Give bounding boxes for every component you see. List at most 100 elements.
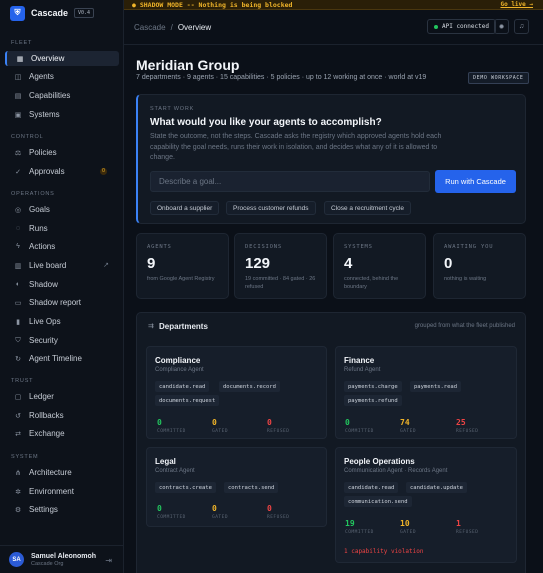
- logout-icon[interactable]: ⇥: [105, 556, 112, 565]
- department-agent: Contract Agent: [155, 468, 195, 474]
- suggestion-chip[interactable]: Close a recruitment cycle: [324, 201, 411, 215]
- suggestion-chip[interactable]: Onboard a supplier: [150, 201, 220, 215]
- department-name: People Operations: [344, 457, 415, 466]
- notifications-button[interactable]: ♫: [514, 19, 529, 34]
- department-card-compliance[interactable]: Compliance Compliance Agent candidate.re…: [146, 346, 327, 439]
- sidebar-item-architecture[interactable]: ⋔ Architecture: [5, 465, 119, 480]
- suggestion-chip[interactable]: Process customer refunds: [226, 201, 316, 215]
- stat-label: AWAITING YOU: [444, 244, 494, 250]
- approvals-badge: 0: [100, 168, 107, 175]
- user-info: Samuel Aleonomoh Cascade Org: [31, 553, 96, 567]
- stat-value: 4: [344, 255, 353, 272]
- sidebar-item-security[interactable]: ⛉ Security: [5, 333, 119, 348]
- department-card-finance[interactable]: Finance Refund Agent payments.charge pay…: [335, 346, 517, 439]
- sidebar-item-systems[interactable]: ▣ Systems: [5, 107, 119, 122]
- report-icon: ▭: [14, 299, 22, 307]
- ledger-icon: ▢: [14, 393, 22, 401]
- department-agent: Communication Agent · Records Agent: [344, 468, 448, 474]
- capability-tag: communication.send: [344, 496, 412, 507]
- gated-label: GATED: [212, 429, 229, 434]
- departments-title: Departments: [159, 322, 208, 331]
- departments-panel: ⇉ Departments grouped from what the flee…: [136, 312, 526, 573]
- start-work-card: START WORK What would you like your agen…: [136, 94, 526, 224]
- capability-violation[interactable]: 1 capability violation: [344, 548, 423, 555]
- stat-card-agents: AGENTS 9 from Google Agent Registry: [136, 233, 229, 299]
- sidebar-item-approvals[interactable]: ✓ Approvals 0: [5, 164, 119, 179]
- department-agent: Refund Agent: [344, 367, 381, 373]
- gated-label: GATED: [400, 530, 417, 535]
- status-dot-icon: [434, 24, 438, 29]
- sidebar-item-overview[interactable]: ▦ Overview: [5, 51, 119, 66]
- capability-tag: documents.request: [155, 395, 220, 406]
- stat-label: DECISIONS: [245, 244, 283, 250]
- stat-sub: from Google Agent Registry: [147, 276, 215, 282]
- theme-toggle-button[interactable]: ✹: [494, 19, 509, 34]
- banner-text: ● SHADOW MODE -- Nothing is being blocke…: [132, 1, 293, 9]
- sidebar-item-capabilities[interactable]: ▤ Capabilities: [5, 88, 119, 103]
- stat-value: 0: [444, 255, 453, 272]
- stat-card-systems: SYSTEMS 4 connected, behind the boundary: [333, 233, 426, 299]
- user-org: Cascade Org: [31, 560, 64, 567]
- sidebar: ⛨ Cascade V0.4 FLEET ▦ Overview ◫ Agents ▤…: [0, 0, 124, 573]
- sidebar-item-policies[interactable]: ⚖ Policies: [5, 145, 119, 160]
- sidebar-item-agents[interactable]: ◫ Agents: [5, 69, 119, 84]
- demo-workspace-badge: DEMO WORKSPACE: [468, 72, 529, 84]
- server-icon: ▣: [14, 111, 22, 119]
- refused-label: REFUSED: [456, 530, 479, 535]
- go-live-link[interactable]: Go live →: [500, 1, 533, 8]
- department-card-people-operations[interactable]: People Operations Communication Agent · …: [335, 447, 517, 563]
- capability-tag: contracts.create: [155, 482, 216, 493]
- gear-icon: ⚙: [14, 506, 22, 514]
- play-icon: ◌: [15, 225, 21, 232]
- sidebar-item-environment[interactable]: ✲ Environment: [5, 484, 119, 499]
- goal-input[interactable]: [150, 171, 430, 192]
- brand-name: Cascade: [31, 8, 69, 18]
- avatar[interactable]: SA: [9, 552, 24, 567]
- section-trust: TRUST: [11, 378, 34, 384]
- sidebar-item-settings[interactable]: ⚙ Settings: [5, 502, 119, 517]
- breadcrumb-root[interactable]: Cascade: [134, 23, 166, 32]
- shadow-mode-banner: ● SHADOW MODE -- Nothing is being blocke…: [124, 0, 543, 10]
- sidebar-item-shadow[interactable]: ◐ Shadow: [5, 277, 119, 292]
- user-bar: SA Samuel Aleonomoh Cascade Org ⇥: [0, 545, 124, 573]
- shield-icon: ⛉: [15, 336, 21, 344]
- stat-card-awaiting: AWAITING YOU 0 nothing is waiting: [433, 233, 526, 299]
- run-with-cascade-button[interactable]: Run with Cascade: [435, 170, 516, 193]
- sidebar-item-exchange[interactable]: ⇄ Exchange: [5, 426, 119, 441]
- sidebar-item-runs[interactable]: ◌ Runs: [5, 221, 119, 236]
- sidebar-item-shadow-report[interactable]: ▭ Shadow report: [5, 295, 119, 310]
- sidebar-item-ledger[interactable]: ▢ Ledger: [5, 389, 119, 404]
- agents-icon: ◫: [14, 73, 22, 81]
- capability-tag: payments.refund: [344, 395, 402, 406]
- department-card-legal[interactable]: Legal Contract Agent contracts.create co…: [146, 447, 327, 527]
- lightning-icon: ϟ: [16, 243, 20, 250]
- capability-tag: candidate.read: [344, 482, 399, 493]
- eye-icon: ◐: [15, 281, 21, 288]
- api-status-label: API connected: [442, 23, 489, 30]
- bell-icon: ♫: [518, 23, 525, 30]
- sidebar-item-actions[interactable]: ϟ Actions: [5, 239, 119, 254]
- sidebar-item-rollbacks[interactable]: ↺ Rollbacks: [5, 408, 119, 423]
- capability-tag: payments.read: [410, 381, 462, 392]
- stat-label: SYSTEMS: [344, 244, 373, 250]
- sidebar-item-liveboard[interactable]: ▥ Live board ↗: [5, 258, 119, 273]
- departments-icon: ⇉: [148, 323, 154, 330]
- committed-label: COMMITTED: [345, 429, 374, 434]
- refused-count: 1: [456, 519, 461, 528]
- brand[interactable]: ⛨ Cascade V0.4: [10, 5, 95, 21]
- sidebar-item-agent-timeline[interactable]: ↻ Agent Timeline: [5, 351, 119, 366]
- gated-count: 0: [212, 418, 217, 427]
- breadcrumb: Cascade / Overview: [134, 23, 211, 32]
- committed-label: COMMITTED: [345, 530, 374, 535]
- refused-label: REFUSED: [267, 515, 290, 520]
- target-icon: ◎: [14, 206, 22, 214]
- department-name: Finance: [344, 356, 375, 365]
- committed-count: 0: [157, 504, 162, 513]
- sidebar-item-goals[interactable]: ◎ Goals: [5, 202, 119, 217]
- department-name: Legal: [155, 457, 176, 466]
- stat-sub: 19 committed · 84 gated · 26 refused: [245, 276, 316, 290]
- sun-icon: ✹: [498, 23, 505, 31]
- capability-tag: candidate.update: [406, 482, 467, 493]
- committed-count: 0: [345, 418, 350, 427]
- sidebar-item-live-ops[interactable]: ▮ Live Ops: [5, 314, 119, 329]
